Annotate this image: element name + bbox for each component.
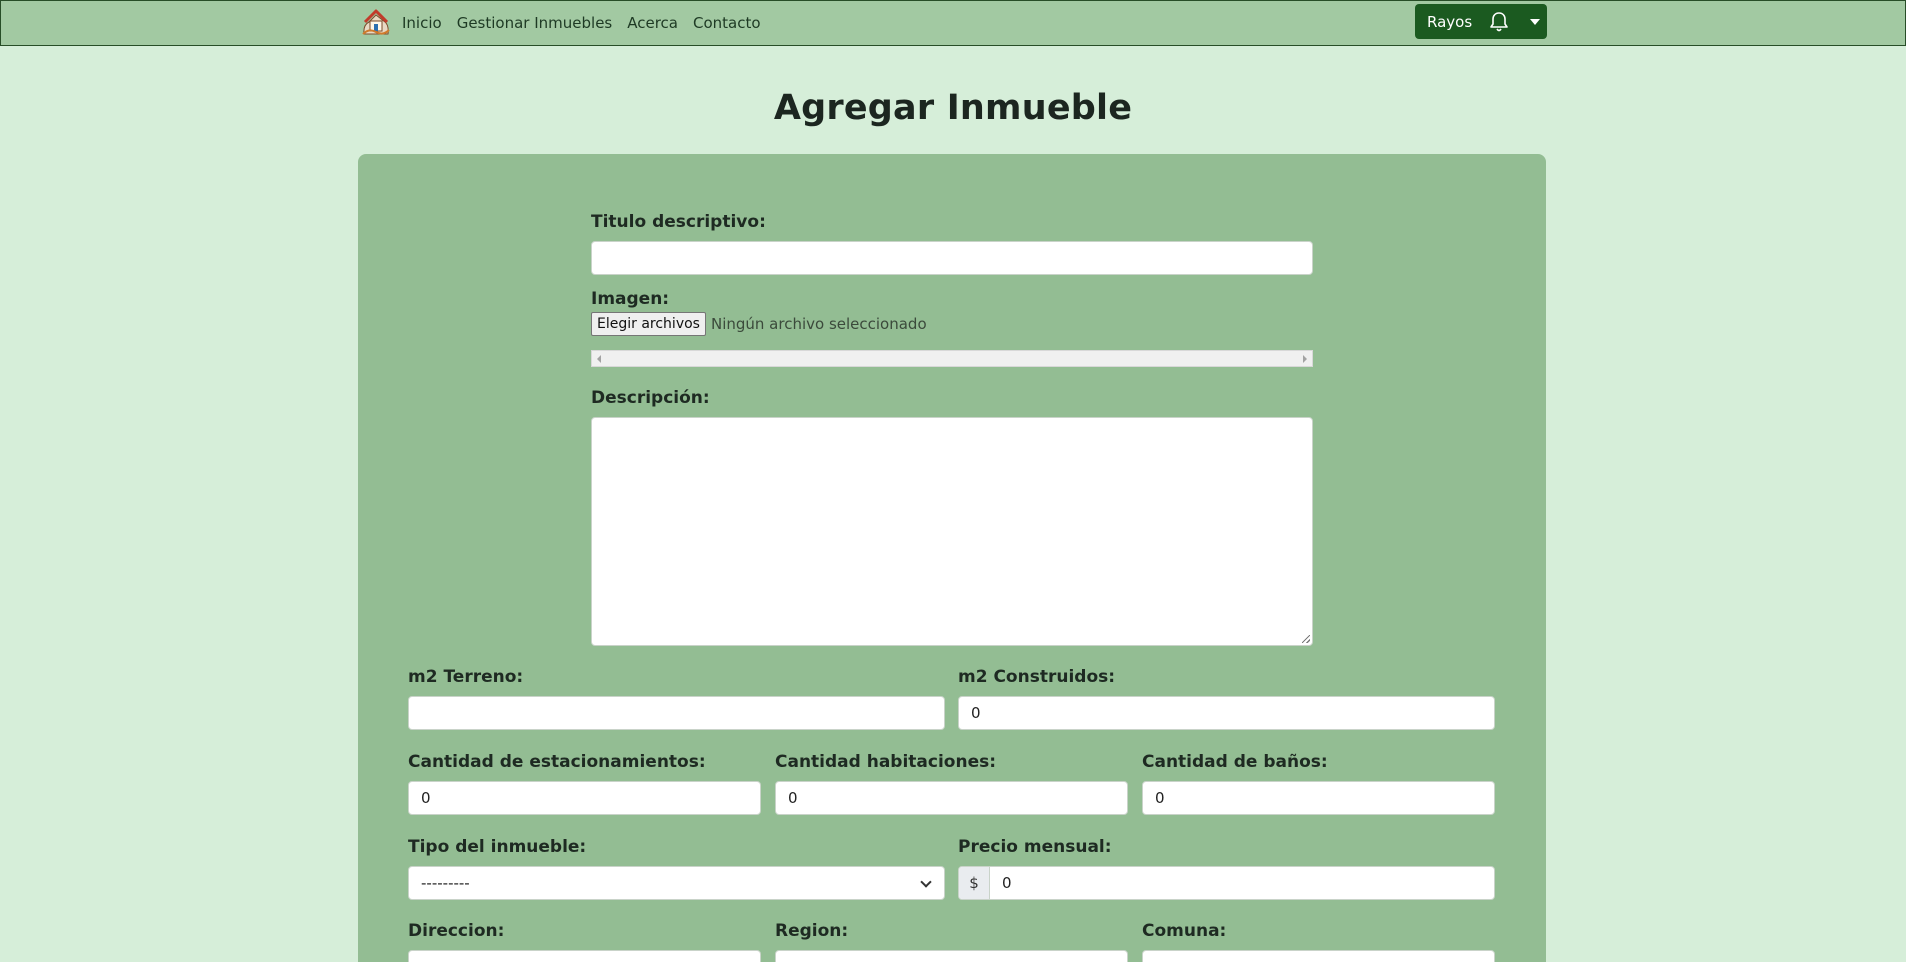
precio-input-group: $ 0 xyxy=(958,866,1495,900)
chevron-down-icon xyxy=(920,876,932,888)
scroll-left-icon[interactable] xyxy=(597,355,601,363)
comuna-label: Comuna: xyxy=(1142,921,1227,941)
resize-grip-icon[interactable] xyxy=(1302,635,1310,643)
precio-label: Precio mensual: xyxy=(958,837,1112,857)
m2-terreno-label: m2 Terreno: xyxy=(408,667,524,687)
add-property-form: Titulo descriptivo: Imagen: Elegir archi… xyxy=(358,154,1546,962)
nav-link-contacto[interactable]: Contacto xyxy=(693,14,761,32)
chevron-down-icon xyxy=(1529,18,1540,25)
nav-link-inicio[interactable]: Inicio xyxy=(402,14,442,32)
user-name-button[interactable]: Rayos xyxy=(1427,13,1475,31)
choose-files-button[interactable]: Elegir archivos xyxy=(591,312,706,336)
m2-terreno-input[interactable] xyxy=(408,696,945,730)
m2-construidos-label: m2 Construidos: xyxy=(958,667,1116,687)
user-dropdown-toggle[interactable] xyxy=(1523,4,1545,39)
top-navbar: Inicio Gestionar Inmuebles Acerca Contac… xyxy=(0,0,1906,46)
file-status-text: Ningún archivo seleccionado xyxy=(710,315,927,333)
scroll-right-icon[interactable] xyxy=(1303,355,1307,363)
region-select[interactable] xyxy=(775,950,1128,962)
precio-input[interactable]: 0 xyxy=(990,867,1494,899)
file-input: Elegir archivos Ningún archivo seleccion… xyxy=(591,312,927,336)
region-label: Region: xyxy=(775,921,849,941)
currency-prefix: $ xyxy=(959,867,990,899)
bell-icon[interactable] xyxy=(1487,10,1511,34)
descripcion-textarea[interactable] xyxy=(591,417,1313,646)
comuna-select[interactable] xyxy=(1142,950,1495,962)
tipo-select[interactable]: --------- xyxy=(408,866,945,900)
horizontal-scrollbar[interactable] xyxy=(591,350,1313,367)
imagen-label: Imagen: xyxy=(591,289,670,309)
direccion-label: Direccion: xyxy=(408,921,505,941)
estacionamientos-label: Cantidad de estacionamientos: xyxy=(408,752,706,772)
descripcion-label: Descripción: xyxy=(591,388,710,408)
m2-construidos-input[interactable]: 0 xyxy=(958,696,1495,730)
titulo-label: Titulo descriptivo: xyxy=(591,212,766,232)
habitaciones-label: Cantidad habitaciones: xyxy=(775,752,997,772)
nav-links: Inicio Gestionar Inmuebles Acerca Contac… xyxy=(402,1,776,45)
nav-link-acerca[interactable]: Acerca xyxy=(627,14,678,32)
nav-link-gestionar-inmuebles[interactable]: Gestionar Inmuebles xyxy=(457,14,613,32)
titulo-input[interactable] xyxy=(591,241,1313,275)
tipo-select-value: --------- xyxy=(421,874,470,892)
tipo-label: Tipo del inmueble: xyxy=(408,837,587,857)
direccion-input[interactable] xyxy=(408,950,761,962)
house-logo-icon[interactable] xyxy=(361,7,391,37)
banos-label: Cantidad de baños: xyxy=(1142,752,1328,772)
estacionamientos-input[interactable]: 0 xyxy=(408,781,761,815)
user-menu: Rayos xyxy=(1415,4,1547,39)
habitaciones-input[interactable]: 0 xyxy=(775,781,1128,815)
banos-input[interactable]: 0 xyxy=(1142,781,1495,815)
page-title: Agregar Inmueble xyxy=(773,88,1133,128)
